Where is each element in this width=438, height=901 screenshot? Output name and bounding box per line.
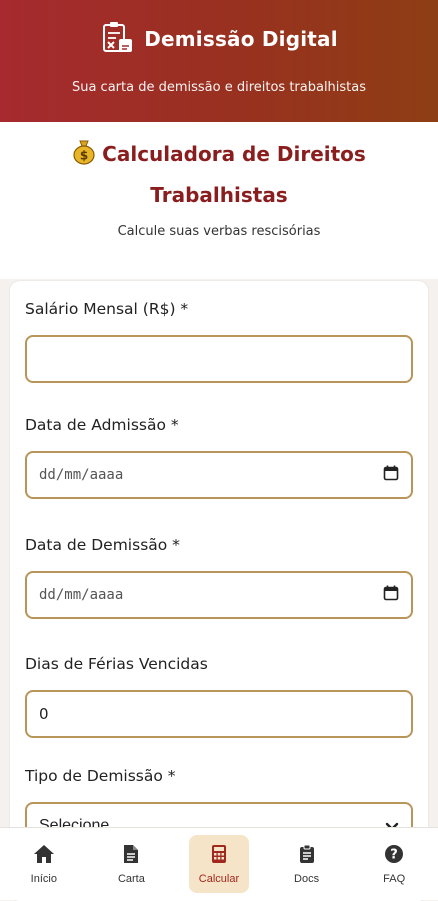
brand: Demissão Digital [0,20,438,58]
home-icon [33,844,55,867]
page-subtitle: Calcule suas verbas rescisórias [117,224,321,239]
page-title: $ Calculadora de Direitos Trabalhistas [54,136,384,214]
nav-item-faq[interactable]: ? FAQ [364,835,424,893]
nav-item-docs[interactable]: Docs [277,835,337,893]
money-bag-icon: $ [72,139,96,177]
calendar-icon[interactable] [383,585,399,605]
svg-text:?: ? [390,847,398,862]
dismissal-field-group: Data de Demissão * dd/mm/aaaa [25,535,413,619]
salary-field-group: Salário Mensal (R$) * [25,299,413,383]
salary-label: Salário Mensal (R$) * [25,300,189,318]
salary-input[interactable] [25,335,413,383]
bottom-navigation: Início Carta Calcular Docs ? FAQ [0,827,438,900]
admission-date-input[interactable]: dd/mm/aaaa [25,451,413,499]
calendar-icon[interactable] [383,465,399,485]
vacation-label: Dias de Férias Vencidas [25,655,208,673]
dismissal-type-label: Tipo de Demissão * [25,767,176,785]
dismissal-date-input[interactable]: dd/mm/aaaa [25,571,413,619]
nav-item-calcular[interactable]: Calcular [188,835,249,893]
clipboard-icon [299,844,315,867]
svg-text:$: $ [80,149,88,163]
app-header: Demissão Digital Sua carta de demissão e… [0,0,438,122]
dismissal-label: Data de Demissão * [25,536,180,554]
calculator-icon [211,844,227,867]
calculator-form: Salário Mensal (R$) * Data de Admissão *… [10,281,428,901]
calculator-intro: $ Calculadora de Direitos Trabalhistas C… [0,122,438,279]
clipboard-document-icon [100,20,134,58]
app-title: Demissão Digital [144,27,338,51]
admission-field-group: Data de Admissão * dd/mm/aaaa [25,415,413,499]
nav-item-inicio[interactable]: Início [14,835,74,893]
document-icon [123,844,139,867]
app-subtitle: Sua carta de demissão e direitos trabalh… [71,80,367,95]
vacation-days-input[interactable]: 0 [25,690,413,738]
vacation-field-group: Dias de Férias Vencidas 0 [25,654,413,738]
nav-item-carta[interactable]: Carta [101,835,161,893]
question-icon: ? [384,844,404,867]
admission-label: Data de Admissão * [25,416,179,434]
